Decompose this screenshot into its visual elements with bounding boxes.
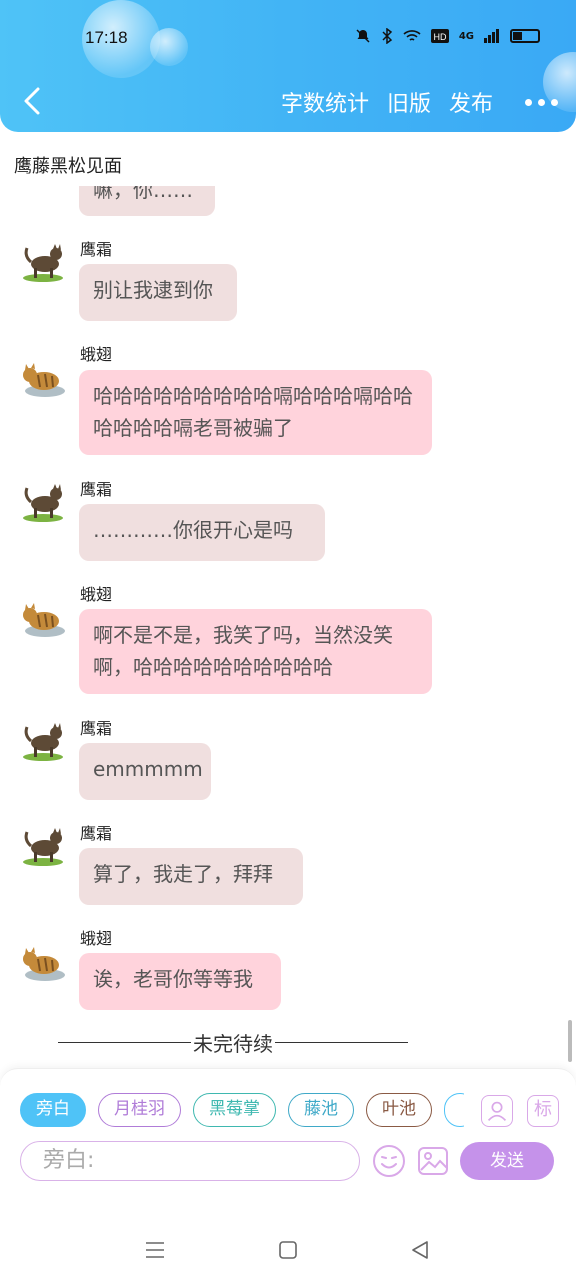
sender-name: 蛾翅: [80, 585, 113, 604]
cat-avatar-icon[interactable]: [18, 353, 68, 403]
input-placeholder: 旁白:: [43, 1148, 95, 1173]
message-bubble[interactable]: emmmmm: [79, 743, 211, 800]
sender-name: 鹰霜: [80, 240, 113, 259]
header-actions: 字数统计 旧版 发布: [281, 86, 558, 118]
home-icon[interactable]: [279, 1241, 297, 1259]
battery-icon: [510, 29, 540, 43]
cat-avatar-icon[interactable]: [18, 236, 68, 286]
add-character-icon[interactable]: [481, 1095, 513, 1127]
character-chip[interactable]: 月桂羽: [98, 1093, 181, 1127]
status-icons: HD 4G: [355, 28, 540, 44]
cat-avatar-icon[interactable]: [18, 937, 68, 987]
mute-bell-icon: [356, 29, 370, 43]
chat-list[interactable]: 嘛，你…… 鹰霜 别让我逮到你 蛾翅 哈哈哈哈哈哈哈哈哈嗝哈哈哈嗝哈哈哈哈哈哈嗝…: [0, 186, 576, 1066]
more-icon[interactable]: [525, 98, 558, 106]
character-chip[interactable]: 叶池: [366, 1093, 432, 1127]
bluetooth-icon: [382, 28, 392, 44]
cat-avatar-icon[interactable]: [18, 820, 68, 870]
word-count-link[interactable]: 字数统计: [281, 86, 369, 118]
tag-button[interactable]: 标: [527, 1095, 559, 1127]
page-title: 鹰藤黑松见面: [14, 156, 122, 177]
character-chip[interactable]: [444, 1093, 464, 1127]
back-arrow-icon[interactable]: [20, 86, 44, 116]
message-bubble[interactable]: 哈哈哈哈哈哈哈哈哈嗝哈哈哈嗝哈哈哈哈哈哈嗝老哥被骗了: [79, 370, 432, 455]
compose-panel: 旁白 月桂羽 黑莓掌 藤池 叶池 标 旁白: 发送: [0, 1068, 576, 1220]
message-bubble[interactable]: 嘛，你……: [79, 186, 215, 216]
sender-name: 蛾翅: [80, 929, 113, 948]
page-title-bar: 鹰藤黑松见面: [0, 140, 576, 186]
cat-avatar-icon[interactable]: [18, 476, 68, 526]
back-triangle-icon[interactable]: [411, 1241, 429, 1259]
message-bubble[interactable]: …………你很开心是吗: [79, 504, 325, 561]
message-bubble[interactable]: 算了，我走了，拜拜: [79, 848, 303, 905]
decor-bubble: [150, 28, 188, 66]
network-label: 4G: [458, 30, 474, 42]
character-chip[interactable]: 藤池: [288, 1093, 354, 1127]
cat-avatar-icon[interactable]: [18, 593, 68, 643]
screen: 17:18 HD 4G 字数统计 旧版 发布 鹰藤黑松见面 嘛，你…… 鹰霜 别…: [0, 0, 576, 1280]
system-nav-bar: [0, 1220, 576, 1280]
old-version-link[interactable]: 旧版: [387, 86, 431, 118]
character-selector[interactable]: 旁白 月桂羽 黑莓掌 藤池 叶池: [20, 1093, 464, 1127]
emoji-icon[interactable]: [372, 1144, 406, 1178]
signal-icon: [484, 29, 499, 43]
sender-name: 鹰霜: [80, 719, 113, 738]
svg-text:HD: HD: [433, 32, 446, 42]
menu-icon[interactable]: [145, 1241, 165, 1259]
header: 17:18 HD 4G 字数统计 旧版 发布: [0, 0, 576, 132]
wifi-icon: [403, 30, 421, 41]
message-input[interactable]: 旁白:: [20, 1141, 360, 1181]
hd-icon: HD: [430, 29, 449, 43]
divider-text: 未完待续: [193, 1032, 273, 1056]
tag-label: 标: [534, 1099, 552, 1120]
scrollbar[interactable]: [568, 1020, 572, 1062]
sender-name: 鹰霜: [80, 480, 113, 499]
status-time: 17:18: [85, 28, 128, 47]
character-chip[interactable]: 旁白: [20, 1093, 86, 1127]
message-bubble[interactable]: 啊不是不是，我笑了吗，当然没笑啊，哈哈哈哈哈哈哈哈哈哈: [79, 609, 432, 694]
character-chip[interactable]: 黑莓掌: [193, 1093, 276, 1127]
sender-name: 鹰霜: [80, 824, 113, 843]
cat-avatar-icon[interactable]: [18, 715, 68, 765]
publish-link[interactable]: 发布: [449, 86, 493, 118]
to-be-continued-divider: 未完待续: [58, 1028, 408, 1057]
send-button[interactable]: 发送: [460, 1142, 554, 1180]
message-bubble[interactable]: 诶，老哥你等等我: [79, 953, 281, 1010]
message-bubble[interactable]: 别让我逮到你: [79, 264, 237, 321]
sender-name: 蛾翅: [80, 345, 113, 364]
image-icon[interactable]: [417, 1144, 449, 1178]
